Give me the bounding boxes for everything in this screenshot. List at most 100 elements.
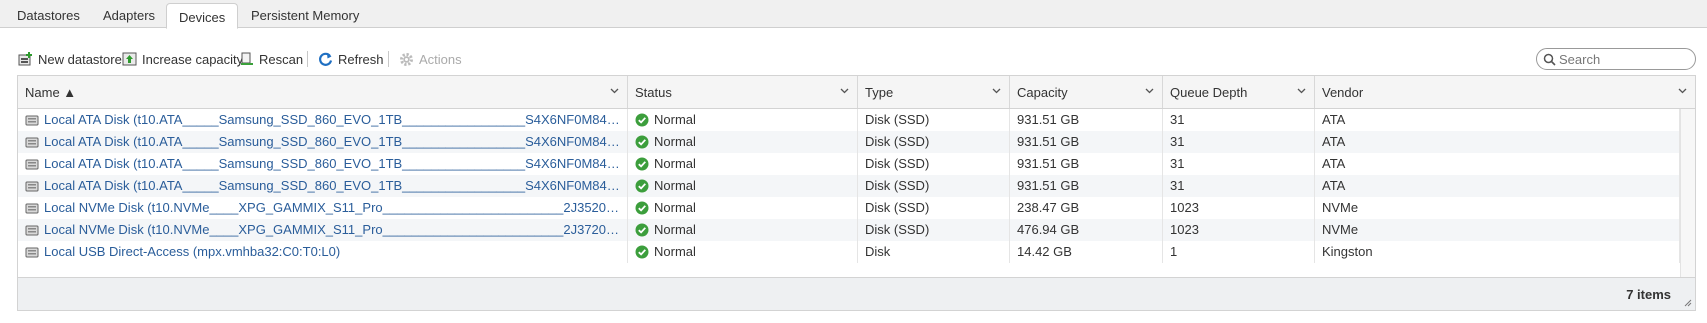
- cell-text: Local NVMe Disk (t10.NVMe____XPG_GAMMIX_…: [44, 222, 628, 237]
- cell-type: Disk (SSD): [858, 109, 1010, 131]
- cell-text: Normal: [654, 156, 696, 171]
- chevron-down-icon[interactable]: [1678, 88, 1687, 94]
- table-row[interactable]: Local ATA Disk (t10.ATA_____Samsung_SSD_…: [18, 131, 1680, 153]
- increase-capacity-button[interactable]: Increase capacity: [122, 49, 243, 69]
- cell-text: Disk (SSD): [865, 112, 930, 127]
- cell-capacity: 931.51 GB: [1010, 109, 1163, 131]
- cell-capacity: 14.42 GB: [1010, 241, 1163, 263]
- cell-text: Kingston: [1322, 244, 1373, 259]
- cell-text: 1023: [1170, 222, 1199, 237]
- cell-text: ATA: [1322, 178, 1346, 193]
- disk-icon: [25, 137, 39, 148]
- grid-header: Name ▲ Status Type Capacity Queue Depth …: [18, 76, 1695, 109]
- disk-icon: [25, 159, 39, 170]
- ok-status-icon: [635, 157, 649, 171]
- table-row[interactable]: Local ATA Disk (t10.ATA_____Samsung_SSD_…: [18, 153, 1680, 175]
- search-box: [1536, 48, 1696, 70]
- tab-devices[interactable]: Devices: [166, 3, 239, 29]
- cell-text: Local USB Direct-Access (mpx.vmhba32:C0:…: [44, 244, 341, 259]
- gear-icon: [400, 52, 413, 66]
- cell-text: Disk: [865, 244, 891, 259]
- increase-capacity-label: Increase capacity: [142, 51, 244, 67]
- chevron-down-icon[interactable]: [1297, 88, 1306, 94]
- cell-text: Normal: [654, 134, 696, 149]
- cell-type: Disk (SSD): [858, 219, 1010, 241]
- cell-text: Local ATA Disk (t10.ATA_____Samsung_SSD_…: [44, 112, 628, 127]
- new-datastore-icon: [18, 52, 32, 66]
- cell-name[interactable]: Local ATA Disk (t10.ATA_____Samsung_SSD_…: [18, 109, 628, 131]
- disk-icon: [25, 181, 39, 192]
- tab-persistent-memory[interactable]: Persistent Memory: [239, 0, 371, 28]
- cell-queue: 31: [1163, 153, 1315, 175]
- cell-text: Local ATA Disk (t10.ATA_____Samsung_SSD_…: [44, 156, 628, 171]
- table-row[interactable]: Local ATA Disk (t10.ATA_____Samsung_SSD_…: [18, 175, 1680, 197]
- cell-text: Normal: [654, 178, 696, 193]
- column-header-type[interactable]: Type: [858, 76, 1010, 108]
- cell-type: Disk: [858, 241, 1010, 263]
- chevron-down-icon[interactable]: [610, 88, 619, 94]
- rescan-label: Rescan: [259, 51, 304, 67]
- cell-queue: 31: [1163, 131, 1315, 153]
- column-header-name[interactable]: Name ▲: [18, 76, 628, 108]
- chevron-down-icon[interactable]: [1145, 88, 1154, 94]
- cell-name[interactable]: Local ATA Disk (t10.ATA_____Samsung_SSD_…: [18, 153, 628, 175]
- column-header-queue-depth[interactable]: Queue Depth: [1163, 76, 1315, 108]
- grid-footer: 7 items: [18, 277, 1695, 310]
- resize-grip-icon[interactable]: [1684, 299, 1692, 307]
- disk-icon: [25, 203, 39, 214]
- cell-vendor: ATA: [1315, 175, 1680, 197]
- disk-icon: [25, 225, 39, 236]
- chevron-down-icon[interactable]: [992, 88, 1001, 94]
- cell-text: Disk (SSD): [865, 134, 930, 149]
- cell-status: Normal: [628, 197, 858, 219]
- cell-queue: 1: [1163, 241, 1315, 263]
- table-row[interactable]: Local USB Direct-Access (mpx.vmhba32:C0:…: [18, 241, 1680, 263]
- cell-name[interactable]: Local ATA Disk (t10.ATA_____Samsung_SSD_…: [18, 175, 628, 197]
- toolbar-separator: [388, 51, 389, 67]
- cell-text: 31: [1170, 134, 1185, 149]
- cell-vendor: Kingston: [1315, 241, 1680, 263]
- new-datastore-label: New datastore: [38, 51, 122, 67]
- ok-status-icon: [635, 135, 649, 149]
- cell-text: Disk (SSD): [865, 200, 930, 215]
- column-header-status[interactable]: Status: [628, 76, 858, 108]
- table-row[interactable]: Local NVMe Disk (t10.NVMe____XPG_GAMMIX_…: [18, 219, 1680, 241]
- column-header-vendor[interactable]: Vendor: [1315, 76, 1695, 108]
- cell-name[interactable]: Local NVMe Disk (t10.NVMe____XPG_GAMMIX_…: [18, 219, 628, 241]
- column-header-capacity[interactable]: Capacity: [1010, 76, 1163, 108]
- devices-grid: Name ▲ Status Type Capacity Queue Depth …: [17, 75, 1696, 311]
- column-header-label: Status: [635, 85, 672, 100]
- cell-text: NVMe: [1322, 200, 1359, 215]
- actions-label: Actions: [419, 51, 462, 67]
- table-row[interactable]: Local ATA Disk (t10.ATA_____Samsung_SSD_…: [18, 109, 1680, 131]
- column-header-label: Queue Depth: [1170, 85, 1248, 100]
- column-header-label: Name ▲: [25, 85, 77, 100]
- cell-name[interactable]: Local ATA Disk (t10.ATA_____Samsung_SSD_…: [18, 131, 628, 153]
- vertical-scrollbar[interactable]: [1680, 109, 1695, 277]
- new-datastore-button[interactable]: New datastore: [18, 49, 122, 69]
- tab-datastores[interactable]: Datastores: [5, 0, 92, 28]
- tab-adapters[interactable]: Adapters: [91, 0, 167, 28]
- cell-vendor: ATA: [1315, 153, 1680, 175]
- actions-button[interactable]: Actions: [399, 49, 462, 69]
- cell-name[interactable]: Local USB Direct-Access (mpx.vmhba32:C0:…: [18, 241, 628, 263]
- cell-text: NVMe: [1322, 222, 1359, 237]
- cell-type: Disk (SSD): [858, 131, 1010, 153]
- cell-name[interactable]: Local NVMe Disk (t10.NVMe____XPG_GAMMIX_…: [18, 197, 628, 219]
- refresh-button[interactable]: Refresh: [318, 49, 384, 69]
- ok-status-icon: [635, 179, 649, 193]
- cell-text: Local ATA Disk (t10.ATA_____Samsung_SSD_…: [44, 134, 628, 149]
- cell-vendor: ATA: [1315, 131, 1680, 153]
- search-input[interactable]: [1559, 51, 1689, 67]
- cell-text: 1023: [1170, 200, 1199, 215]
- table-row[interactable]: Local NVMe Disk (t10.NVMe____XPG_GAMMIX_…: [18, 197, 1680, 219]
- cell-text: 931.51 GB: [1017, 134, 1080, 149]
- column-header-label: Type: [865, 85, 894, 100]
- chevron-down-icon[interactable]: [840, 88, 849, 94]
- cell-status: Normal: [628, 109, 858, 131]
- cell-text: 931.51 GB: [1017, 112, 1080, 127]
- cell-text: Disk (SSD): [865, 222, 930, 237]
- rescan-button[interactable]: Rescan: [240, 49, 303, 69]
- cell-capacity: 476.94 GB: [1010, 219, 1163, 241]
- cell-capacity: 931.51 GB: [1010, 131, 1163, 153]
